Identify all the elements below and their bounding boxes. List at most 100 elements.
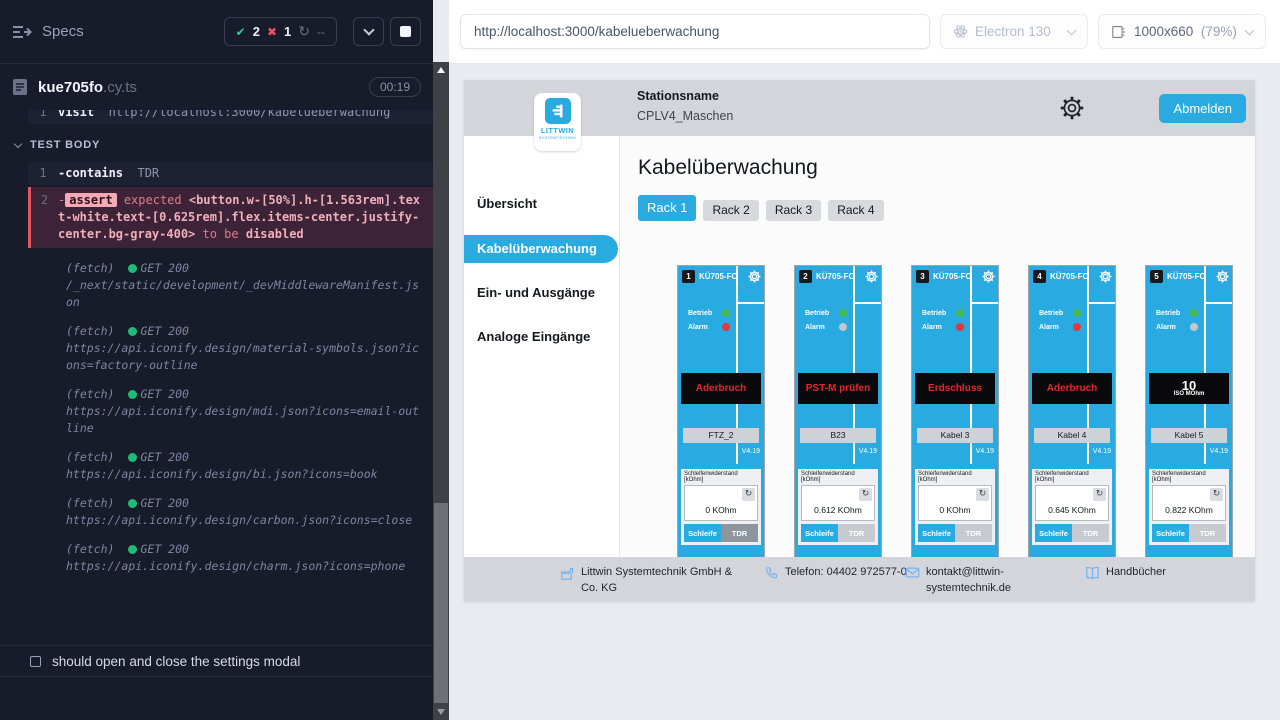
device-settings-button[interactable] [865, 270, 878, 288]
cypress-reporter: Specs ✔ 2 ✖ 1 ↻ -- kue705fo.cy.ts 00:19 [0, 0, 433, 720]
betrieb-label: Betrieb [805, 310, 829, 317]
refresh-button[interactable]: ↻ [859, 488, 872, 501]
firmware-version: V4.19 [976, 448, 994, 455]
tab-rack-2[interactable]: Rack 2 [703, 200, 758, 221]
panel-divider [1204, 302, 1232, 304]
slot-number-badge: 3 [916, 270, 929, 283]
fetch-log: (fetch)GET 200 https://api.iconify.desig… [66, 386, 425, 437]
measurement-panel: Schleifenwiderstand [kOhm] ↻ 0.822 KOhm … [1149, 469, 1229, 545]
refresh-button[interactable]: ↻ [742, 488, 755, 501]
tab-rack-4[interactable]: Rack 4 [828, 200, 883, 221]
sidebar-item-analoge-eingaenge[interactable]: Analoge Eingänge [464, 329, 620, 344]
chevron-down-icon [363, 24, 374, 35]
alarm-label: Alarm [922, 324, 942, 331]
device-model: KÜ705-FO [699, 272, 738, 281]
next-test-item[interactable]: should open and close the settings modal [0, 646, 433, 677]
chevron-down-icon [1245, 25, 1255, 35]
value-box: ↻ 0.645 KOhm [1035, 485, 1109, 521]
betrieb-led [956, 309, 964, 317]
fetch-log: (fetch)GET 200 https://api.iconify.desig… [66, 541, 425, 575]
schleife-button[interactable]: Schleife [1035, 524, 1072, 542]
alarm-led [1073, 323, 1081, 331]
schleife-button[interactable]: Schleife [801, 524, 838, 542]
sidebar-item-uebersicht[interactable]: Übersicht [464, 196, 620, 211]
browser-selector[interactable]: Electron 130 [940, 14, 1088, 49]
device-settings-button[interactable] [1099, 270, 1112, 288]
resistance-label: Schleifenwiderstand [kOhm] [801, 471, 875, 483]
reporter-scrollbar[interactable] [433, 62, 449, 720]
footer-phone: Telefon: 04402 972577-0 [765, 565, 907, 581]
test-body-section[interactable]: TEST BODY [13, 137, 433, 154]
device-settings-button[interactable] [1216, 270, 1229, 288]
scroll-down-arrow-icon[interactable] [437, 709, 445, 715]
command-body: visit http://localhost:3000/kabelueberwa… [58, 110, 425, 121]
spec-ext: .cy.ts [103, 79, 137, 96]
resistance-label: Schleifenwiderstand [kOhm] [1152, 471, 1226, 483]
app-main: Kabelüberwachung Rack 1 Rack 2 Rack 3 Ra… [620, 136, 1255, 601]
resistance-value: 0.822 KOhm [1153, 505, 1225, 515]
assert-message: -assert expected <button.w-[50%].h-[1.56… [58, 192, 425, 243]
app-header: Stationsname CPLV4_Maschen [464, 80, 1255, 136]
command-assert-failed[interactable]: 2 -assert expected <button.w-[50%].h-[1.… [28, 187, 433, 248]
logout-button[interactable]: Abmelden [1159, 94, 1246, 123]
display-line1: PST-M prüfen [806, 383, 870, 394]
littwin-logo: LITTWIN SYSTEMTECHNIK [534, 93, 581, 151]
schleife-button[interactable]: Schleife [684, 524, 721, 542]
command-name: visit [58, 110, 94, 119]
sidebar-item-kabelueberwachung[interactable]: Kabelüberwachung [464, 235, 618, 263]
tdr-button[interactable]: TDR [1072, 524, 1109, 542]
browser-url-bar: Electron 130 1000x660 (79%) [449, 0, 1280, 64]
display: Aderbruch [681, 373, 761, 404]
logo-subtext: SYSTEMTECHNIK [539, 135, 577, 140]
sidebar-item-ein-und-ausgaenge[interactable]: Ein- und Ausgänge [464, 285, 620, 300]
cable-name: Kabel 5 [1151, 428, 1227, 443]
stop-button[interactable] [390, 17, 421, 46]
settings-button[interactable] [1059, 95, 1085, 126]
spec-row[interactable]: kue705fo.cy.ts 00:19 [0, 64, 433, 110]
tdr-button[interactable]: TDR [955, 524, 992, 542]
device-card-5: 5 KÜ705-FO Betrieb Alarm 10ISO MOhm Kabe… [1145, 265, 1233, 561]
scroll-up-arrow-icon[interactable] [437, 67, 445, 73]
specs-menu-icon[interactable] [12, 24, 32, 40]
tdr-button[interactable]: TDR [1189, 524, 1226, 542]
tab-rack-1[interactable]: Rack 1 [638, 195, 696, 221]
manuals-label: Handbücher [1106, 565, 1166, 581]
spec-name: kue705fo.cy.ts [38, 79, 137, 96]
command-contains[interactable]: 1 -contains TDR [28, 162, 433, 185]
device-settings-button[interactable] [748, 270, 761, 288]
tdr-button[interactable]: TDR [721, 524, 758, 542]
refresh-button[interactable]: ↻ [1210, 488, 1223, 501]
schleife-button[interactable]: Schleife [1152, 524, 1189, 542]
betrieb-led [1190, 309, 1198, 317]
collapse-button[interactable] [353, 17, 384, 46]
schleife-button[interactable]: Schleife [918, 524, 955, 542]
action-buttons: Schleife TDR [918, 524, 992, 542]
tdr-button[interactable]: TDR [838, 524, 875, 542]
alarm-label: Alarm [688, 324, 708, 331]
refresh-button[interactable]: ↻ [976, 488, 989, 501]
email-address[interactable]: kontakt@littwin-systemtechnik.de [926, 565, 1035, 597]
fetch-log: (fetch)GET 200 https://api.iconify.desig… [66, 449, 425, 483]
cable-name: B23 [800, 428, 876, 443]
station-info: Stationsname CPLV4_Maschen [637, 89, 733, 123]
status-dot-icon [128, 264, 137, 273]
footer-company: Littwin Systemtechnik GmbH & Co. KG [560, 565, 735, 597]
footer-manuals[interactable]: Handbücher [1085, 565, 1166, 581]
betrieb-led [839, 309, 847, 317]
action-buttons: Schleife TDR [684, 524, 758, 542]
specs-label[interactable]: Specs [42, 23, 84, 40]
chevron-down-icon [14, 140, 22, 148]
command-visit[interactable]: 1 visit http://localhost:3000/kabelueber… [28, 110, 433, 124]
refresh-button[interactable]: ↻ [1093, 488, 1106, 501]
scrollbar-thumb[interactable] [434, 503, 448, 703]
spec-timer: 00:19 [369, 77, 421, 97]
fetch-log: (fetch)GET 200 https://api.iconify.desig… [66, 495, 425, 529]
viewport-selector[interactable]: 1000x660 (79%) [1098, 14, 1266, 49]
browser-name: Electron 130 [975, 24, 1051, 39]
cable-name: FTZ_2 [683, 428, 759, 443]
tab-rack-3[interactable]: Rack 3 [766, 200, 821, 221]
display: Aderbruch [1032, 373, 1112, 404]
passed-icon: ✔ [236, 25, 246, 39]
device-settings-button[interactable] [982, 270, 995, 288]
url-input[interactable] [460, 14, 930, 49]
